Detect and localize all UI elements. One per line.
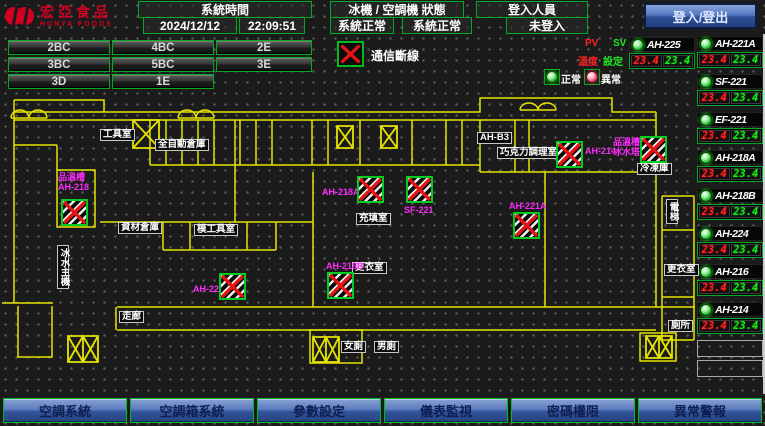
equipment-label: 品溫槽 冰水塔 [613, 137, 640, 158]
bottom-nav: 空調系統 空調箱系統 參數設定 儀表監視 密碼權限 異常警報 [3, 398, 762, 423]
equipment-label: AH-218A [322, 187, 360, 197]
bottom-nav-button[interactable]: 空調箱系統 [130, 398, 254, 423]
equipment-label: AH-218B [326, 261, 364, 271]
equipment-comm-error-marker[interactable] [219, 273, 246, 300]
equipment-comm-error-marker[interactable] [327, 272, 354, 299]
equipment-comm-error-marker[interactable] [640, 136, 667, 163]
bottom-nav-button[interactable]: 空調系統 [3, 398, 127, 423]
equipment-comm-error-marker[interactable] [513, 212, 540, 239]
equipment-comm-error-marker[interactable] [406, 176, 433, 203]
equipment-label: SF-221 [404, 205, 434, 215]
equipment-label: AH-221A [509, 201, 547, 211]
bottom-nav-button[interactable]: 異常警報 [638, 398, 762, 423]
equipment-label: 品溫槽 AH-218 [58, 172, 89, 193]
equipment-comm-error-marker[interactable] [61, 199, 88, 226]
equipment-comm-error-marker[interactable] [556, 141, 583, 168]
bottom-nav-button[interactable]: 密碼權限 [511, 398, 635, 423]
bottom-nav-button[interactable]: 儀表監視 [384, 398, 508, 423]
equipment-label: AH-214 [585, 146, 616, 156]
equipment-markers: 品溫槽 AH-218 AH-218A SF-221 AH-214 [0, 0, 765, 426]
equipment-comm-error-marker[interactable] [357, 176, 384, 203]
hmi-screen: 宏亞食品 HUNYA FOODS 系統時間 2024/12/12 22:09:5… [0, 0, 765, 426]
bottom-nav-button[interactable]: 參數設定 [257, 398, 381, 423]
